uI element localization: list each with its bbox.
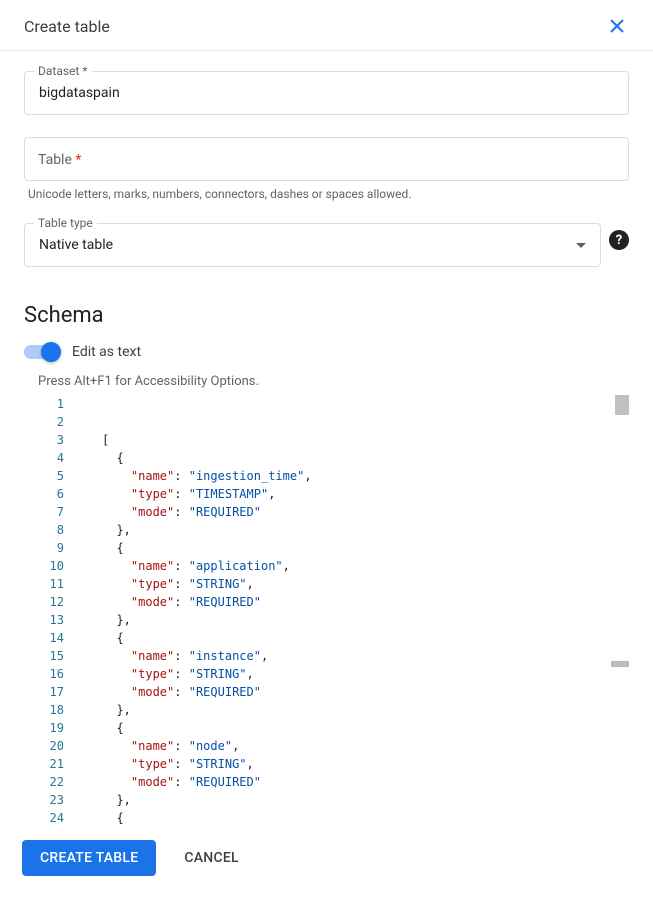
toggle-thumb — [41, 342, 61, 362]
dataset-input[interactable] — [24, 71, 629, 115]
editor-fold-column — [82, 395, 102, 824]
table-field-wrap: Table * — [24, 137, 629, 181]
table-type-row: Table type Native table ? — [24, 213, 629, 267]
editor-minimap-mark — [611, 661, 629, 667]
editor-code-area[interactable]: [ { "name": "ingestion_time", "type": "T… — [102, 395, 629, 824]
edit-as-text-label: Edit as text — [72, 344, 141, 360]
a11y-hint: Press Alt+F1 for Accessibility Options. — [38, 374, 629, 389]
edit-as-text-row: Edit as text — [24, 344, 629, 360]
chevron-down-icon — [576, 243, 586, 248]
close-button[interactable] — [605, 14, 629, 38]
dialog-header: Create table — [0, 0, 653, 51]
create-table-button[interactable]: CREATE TABLE — [22, 840, 156, 876]
dialog-footer: CREATE TABLE CANCEL — [0, 824, 653, 898]
dataset-field-wrap: Dataset * — [24, 71, 629, 115]
edit-as-text-toggle[interactable] — [24, 345, 58, 359]
dataset-label: Dataset * — [34, 64, 92, 78]
cancel-button[interactable]: CANCEL — [176, 840, 246, 876]
editor-gutter: 1234567891011121314151617181920212223242… — [24, 395, 82, 824]
editor-scrollbar[interactable] — [615, 395, 629, 415]
table-type-label: Table type — [34, 216, 97, 230]
help-icon[interactable]: ? — [609, 230, 629, 250]
table-input[interactable] — [24, 137, 629, 181]
schema-editor[interactable]: 1234567891011121314151617181920212223242… — [24, 395, 629, 824]
dialog-title: Create table — [24, 17, 110, 36]
table-type-value: Native table — [39, 237, 113, 253]
dialog-body: Dataset * Table * Unicode letters, marks… — [0, 51, 653, 824]
table-helper-text: Unicode letters, marks, numbers, connect… — [28, 187, 629, 201]
table-type-select[interactable]: Native table — [24, 223, 601, 267]
close-icon — [609, 18, 625, 34]
schema-heading: Schema — [24, 303, 629, 328]
